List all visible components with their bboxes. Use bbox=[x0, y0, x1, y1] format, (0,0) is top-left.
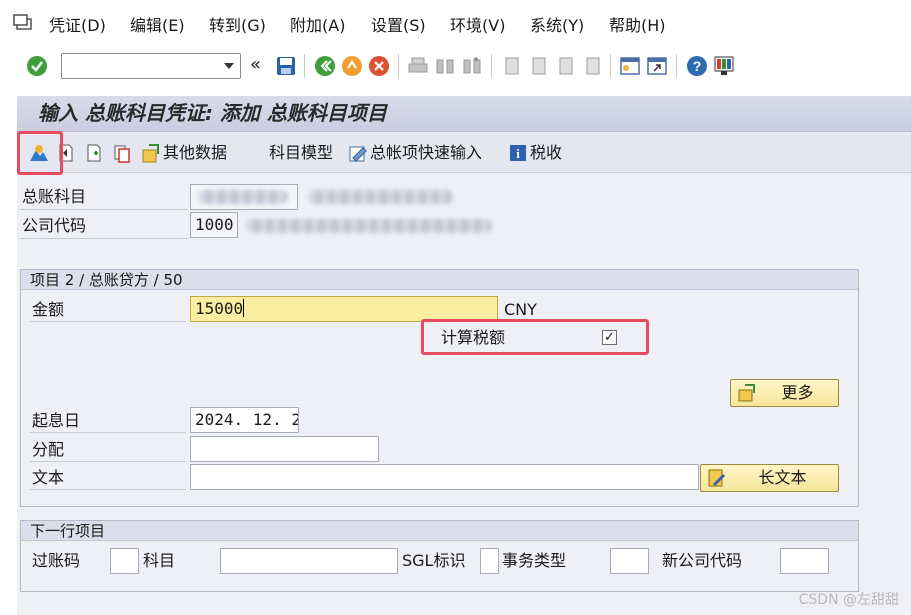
next-item-icon[interactable] bbox=[84, 143, 104, 163]
toolbar-separator bbox=[491, 54, 492, 78]
svg-text:?: ? bbox=[693, 58, 702, 74]
currency-label: CNY bbox=[504, 300, 537, 319]
assignment-input[interactable] bbox=[190, 436, 379, 462]
company-code-field: 1000 bbox=[190, 212, 238, 238]
shortcut-icon[interactable] bbox=[646, 55, 668, 77]
menu-goto[interactable]: 转到(G) bbox=[209, 16, 266, 36]
next-page-icon[interactable] bbox=[554, 55, 576, 77]
new-company-code-label: 新公司代码 bbox=[662, 551, 743, 570]
account-input[interactable] bbox=[220, 548, 398, 574]
long-text-button-label: 长文本 bbox=[758, 468, 807, 487]
text-label: 文本 bbox=[32, 468, 65, 487]
menu-environment[interactable]: 环境(V) bbox=[450, 16, 505, 36]
gl-account-label: 总账科目 bbox=[22, 187, 87, 206]
item-group-title: 项目 2 / 总账贷方 / 50 bbox=[30, 271, 183, 289]
label-underline bbox=[30, 432, 186, 433]
command-field[interactable] bbox=[61, 53, 241, 79]
tax-button[interactable]: 税收 bbox=[530, 143, 562, 163]
label-underline bbox=[30, 461, 186, 462]
watermark: CSDN @左甜甜 bbox=[798, 592, 899, 608]
amount-label: 金额 bbox=[32, 300, 65, 319]
assignment-label: 分配 bbox=[32, 440, 65, 459]
overview-highlight bbox=[17, 131, 63, 175]
text-caret bbox=[243, 299, 245, 317]
last-page-icon[interactable] bbox=[581, 55, 603, 77]
first-page-icon[interactable] bbox=[500, 55, 522, 77]
tax-info-icon[interactable]: i bbox=[508, 143, 528, 163]
sgl-indicator-input[interactable] bbox=[480, 548, 499, 574]
label-underline bbox=[30, 321, 186, 322]
long-text-icon bbox=[708, 469, 725, 487]
value-date-label: 起息日 bbox=[32, 411, 81, 430]
toolbar-separator bbox=[304, 54, 305, 78]
customize-layout-icon[interactable] bbox=[713, 55, 735, 77]
toolbar-separator bbox=[398, 54, 399, 78]
collapse-toolbar-icon[interactable]: « bbox=[250, 54, 261, 75]
redacted-gl-account bbox=[198, 190, 288, 204]
copy-item-icon[interactable] bbox=[112, 143, 132, 163]
back-icon[interactable] bbox=[314, 55, 336, 77]
posting-key-label: 过账码 bbox=[32, 551, 81, 570]
help-icon[interactable]: ? bbox=[686, 55, 708, 77]
toolbar-separator bbox=[676, 54, 677, 78]
svg-text:i: i bbox=[516, 146, 520, 161]
toolbar-separator bbox=[610, 54, 611, 78]
label-underline bbox=[30, 489, 186, 490]
fast-entry-button[interactable]: 总帐项快速输入 bbox=[370, 143, 482, 163]
transaction-type-input[interactable] bbox=[610, 548, 649, 574]
account-label: 科目 bbox=[143, 551, 176, 570]
exit-icon[interactable] bbox=[341, 55, 363, 77]
company-code-value: 1000 bbox=[195, 215, 234, 234]
other-data-button[interactable]: 其他数据 bbox=[163, 143, 227, 163]
enter-check-icon[interactable] bbox=[26, 55, 48, 77]
redacted-company-name bbox=[246, 219, 492, 233]
menu-settings[interactable]: 设置(S) bbox=[371, 16, 426, 36]
menu-voucher[interactable]: 凭证(D) bbox=[49, 16, 106, 36]
transaction-type-label: 事务类型 bbox=[502, 551, 567, 570]
label-underline bbox=[20, 238, 188, 239]
company-code-label: 公司代码 bbox=[22, 216, 87, 235]
value-date-input[interactable]: 2024. 12. 25 bbox=[190, 407, 299, 433]
menu-help[interactable]: 帮助(H) bbox=[609, 16, 666, 36]
redacted-gl-account-name bbox=[308, 190, 453, 204]
other-data-icon[interactable] bbox=[141, 143, 161, 163]
calc-tax-highlight bbox=[421, 319, 649, 355]
next-item-group-header bbox=[21, 521, 858, 541]
menu-system[interactable]: 系统(Y) bbox=[530, 16, 584, 36]
more-button[interactable]: 更多 bbox=[730, 379, 839, 407]
new-company-code-input[interactable] bbox=[780, 548, 829, 574]
label-underline bbox=[20, 209, 188, 210]
more-button-label: 更多 bbox=[781, 383, 814, 402]
amount-value: 15000 bbox=[195, 299, 244, 318]
menu-edit[interactable]: 编辑(E) bbox=[130, 16, 185, 36]
value-date-value: 2024. 12. 25 bbox=[195, 410, 298, 429]
command-dropdown-icon[interactable] bbox=[224, 63, 234, 69]
previous-page-icon[interactable] bbox=[527, 55, 549, 77]
system-menu-icon[interactable] bbox=[12, 12, 34, 32]
long-text-button[interactable]: 长文本 bbox=[700, 464, 839, 492]
screen-title: 输入 总账科目凭证: 添加 总账科目项目 bbox=[38, 101, 387, 125]
more-icon bbox=[738, 384, 755, 402]
new-session-icon[interactable] bbox=[619, 55, 641, 77]
find-icon[interactable] bbox=[434, 55, 456, 77]
account-model-button[interactable]: 科目模型 bbox=[269, 143, 333, 163]
cancel-icon[interactable] bbox=[368, 55, 390, 77]
text-input[interactable] bbox=[190, 464, 699, 490]
sgl-indicator-label: SGL标识 bbox=[402, 551, 466, 570]
find-next-icon[interactable] bbox=[461, 55, 483, 77]
fast-entry-icon[interactable] bbox=[348, 143, 368, 163]
menu-extras[interactable]: 附加(A) bbox=[290, 16, 345, 36]
next-item-group-title: 下一行项目 bbox=[30, 522, 106, 540]
posting-key-input[interactable] bbox=[110, 548, 139, 574]
print-icon[interactable] bbox=[407, 55, 429, 77]
save-icon[interactable] bbox=[275, 55, 297, 77]
